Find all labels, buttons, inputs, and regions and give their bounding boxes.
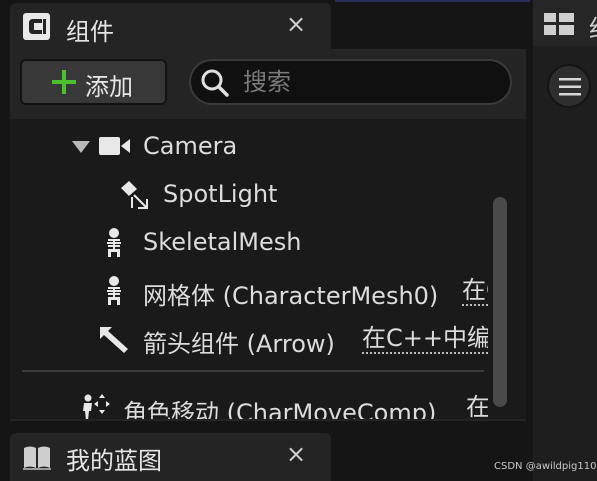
tree-item-label: SkeletalMesh (143, 228, 302, 256)
tree-scrollbar[interactable] (493, 197, 507, 407)
tree-item-skeletalmesh[interactable]: SkeletalMesh (10, 220, 500, 264)
close-tab-button[interactable]: × (283, 439, 309, 469)
book-icon (23, 446, 51, 470)
expand-arrow-icon[interactable] (72, 141, 90, 153)
tree-item-label: 网格体 (CharacterMesh0) (143, 282, 439, 310)
edit-in-cpp-link[interactable]: 在C++中编辑 (466, 393, 488, 419)
tree-divider (22, 370, 484, 372)
tab-title: 我的蓝图 (66, 447, 162, 475)
edit-in-cpp-link[interactable]: 在C++中编辑 (462, 276, 488, 306)
tree-item-charactermesh[interactable]: 网格体 (CharacterMesh0) 在C++中编辑 (10, 268, 500, 312)
tree-item-label: 角色移动 (CharMoveComp) (123, 399, 437, 419)
add-button-label: 添加 (85, 73, 133, 101)
tab-my-blueprint[interactable]: 我的蓝图 × (10, 433, 331, 481)
component-tree: Camera SpotLight SkeletalMesh 网格体 (Chara… (10, 119, 526, 419)
components-panel: 组件 × 添加 搜索 Camera SpotLight SkeletalMesh… (0, 0, 530, 481)
tree-item-charmovecomp[interactable]: 角色移动 (CharMoveComp) 在C++中编辑 (10, 385, 500, 419)
tree-item-arrow[interactable]: 箭头组件 (Arrow) 在C++中编辑 (10, 316, 500, 360)
add-component-button[interactable]: 添加 (20, 59, 167, 105)
search-box[interactable] (189, 59, 512, 105)
edit-in-cpp-link[interactable]: 在C++中编辑 (362, 324, 488, 354)
movement-icon (83, 394, 110, 419)
menu-button[interactable] (547, 64, 591, 108)
tab-details[interactable]: 细节 (533, 0, 597, 78)
details-body (533, 46, 597, 481)
tab-components[interactable]: 组件 × (10, 3, 331, 49)
details-panel: 细节 (533, 0, 597, 481)
tab-accent-line (335, 0, 530, 2)
skeleton-icon (107, 276, 121, 305)
tab-title: 组件 (66, 18, 114, 46)
watermark: CSDN @awildpig110 (494, 461, 597, 472)
spotlight-icon (121, 181, 148, 209)
tree-item-label: 箭头组件 (Arrow) (143, 330, 335, 358)
components-logo-icon (23, 13, 50, 40)
tree-item-spotlight[interactable]: SpotLight (10, 172, 500, 216)
camera-icon (99, 137, 130, 155)
tree-item-label: SpotLight (163, 180, 278, 208)
close-tab-button[interactable]: × (283, 9, 309, 39)
plus-icon (52, 70, 76, 94)
skeleton-icon (107, 228, 121, 257)
arrow-component-icon (100, 327, 128, 353)
tree-item-camera[interactable]: Camera (10, 124, 500, 168)
search-icon (201, 69, 229, 97)
search-input[interactable] (243, 65, 493, 99)
tree-item-label: Camera (143, 132, 238, 160)
components-content: 添加 Camera (10, 49, 526, 421)
grid-icon (544, 13, 574, 35)
hamburger-icon (559, 78, 581, 96)
